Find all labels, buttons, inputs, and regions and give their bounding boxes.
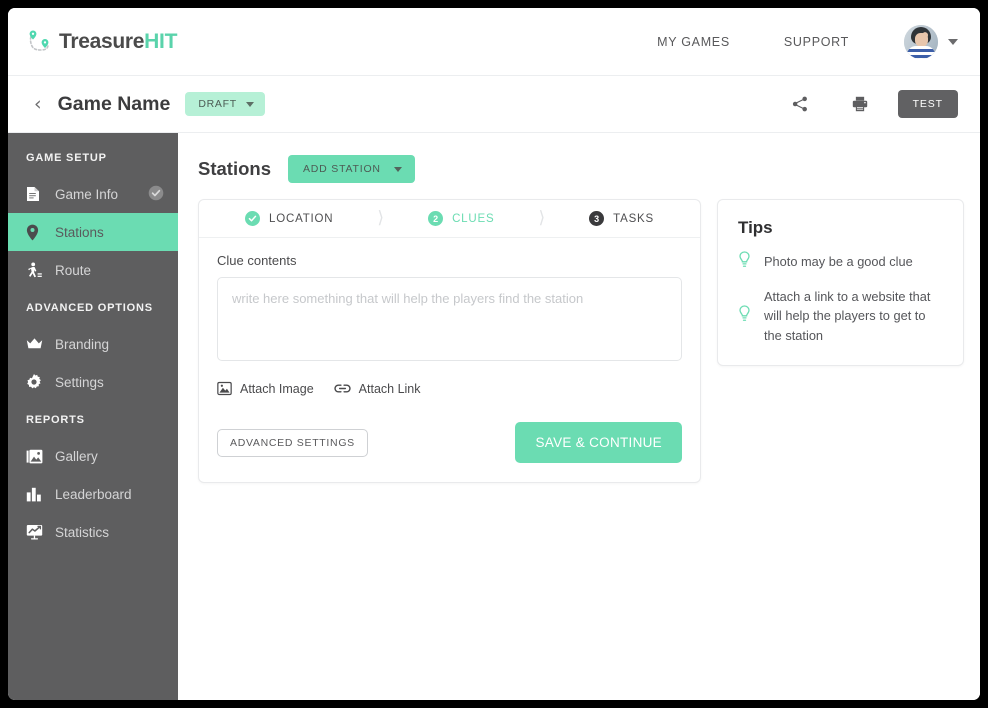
bar-chart-icon [26, 487, 48, 502]
sub-header: ‹ Game Name DRAFT TEST [8, 76, 980, 133]
chevron-left-icon[interactable]: ‹ [34, 94, 42, 114]
logo-wordmark: TreasureHIT [59, 30, 177, 54]
attachment-actions: Attach Image Attach Link [217, 381, 682, 396]
sidebar-item-label: Route [55, 262, 92, 278]
sub-header-actions: TEST [770, 90, 958, 118]
sidebar-item-stations[interactable]: Stations [8, 213, 178, 251]
add-station-button[interactable]: ADD STATION [287, 155, 415, 183]
attach-image-button[interactable]: Attach Image [217, 381, 314, 396]
step-number-badge: 3 [589, 211, 605, 226]
sidebar-item-label: Leaderboard [55, 486, 132, 502]
status-badge[interactable]: DRAFT [185, 92, 265, 116]
content-row: LOCATION ⟩ 2 CLUES ⟩ 3 TASKS Clue conten… [198, 199, 964, 483]
sidebar-item-branding[interactable]: Branding [8, 325, 178, 363]
tip-text: Photo may be a good clue [764, 254, 913, 270]
main-content: Stations ADD STATION LOCATION ⟩ 2 CLUES … [178, 133, 980, 700]
lightbulb-icon [738, 305, 752, 327]
chevron-right-icon: ⟩ [377, 208, 385, 228]
section-title: Stations [198, 158, 271, 179]
walking-person-icon [26, 262, 48, 279]
lightbulb-icon [738, 251, 752, 273]
status-badge-label: DRAFT [198, 98, 237, 110]
main-header: Stations ADD STATION [198, 155, 964, 183]
document-icon [26, 186, 48, 202]
body: GAME SETUP Game Info Stations Route ADVA… [8, 133, 980, 700]
top-navigation: MY GAMES SUPPORT [630, 24, 958, 59]
sidebar-item-label: Game Info [55, 186, 119, 202]
tip-item: Photo may be a good clue [738, 251, 943, 273]
map-pin-icon [26, 224, 48, 241]
crown-icon [26, 337, 48, 351]
advanced-settings-button[interactable]: ADVANCED SETTINGS [217, 428, 368, 457]
attach-image-label: Attach Image [240, 381, 314, 396]
clue-contents-input[interactable] [217, 277, 682, 361]
step-label: TASKS [613, 212, 654, 225]
chevron-down-icon [245, 101, 254, 107]
sidebar-item-leaderboard[interactable]: Leaderboard [8, 475, 178, 513]
sidebar-item-statistics[interactable]: Statistics [8, 513, 178, 551]
attach-link-button[interactable]: Attach Link [334, 382, 421, 396]
link-icon [334, 384, 351, 393]
tips-panel: Tips Photo may be a good clue Attach a l… [717, 199, 964, 367]
step-location[interactable]: LOCATION [245, 211, 333, 226]
clue-contents-label: Clue contents [217, 253, 297, 268]
attach-link-label: Attach Link [358, 381, 421, 396]
form-actions: ADVANCED SETTINGS SAVE & CONTINUE [217, 422, 682, 463]
step-label: LOCATION [269, 212, 334, 225]
sidebar-item-label: Gallery [55, 448, 98, 464]
app-window: TreasureHIT MY GAMES SUPPORT ‹ Game Name… [8, 8, 980, 700]
print-button[interactable] [830, 95, 890, 113]
sidebar: GAME SETUP Game Info Stations Route ADVA… [8, 133, 178, 700]
share-icon [792, 96, 807, 112]
check-circle-icon [245, 211, 261, 226]
chevron-down-icon[interactable] [948, 38, 958, 45]
share-button[interactable] [770, 95, 830, 113]
sidebar-section-advanced-options: ADVANCED OPTIONS [26, 302, 153, 314]
tips-title: Tips [738, 218, 773, 237]
step-label: CLUES [452, 212, 495, 225]
save-and-continue-button[interactable]: SAVE & CONTINUE [515, 422, 682, 463]
step-number-badge: 2 [428, 211, 444, 226]
treasure-map-pins-icon [29, 30, 49, 51]
gear-icon [26, 374, 48, 390]
sidebar-item-settings[interactable]: Settings [8, 363, 178, 401]
step-tasks[interactable]: 3 TASKS [589, 211, 654, 226]
tip-item: Attach a link to a website that will hel… [738, 287, 943, 345]
nav-item-my-games[interactable]: MY GAMES [630, 35, 757, 49]
logo-text-main: Treasure [59, 29, 145, 53]
completed-check-icon [148, 185, 164, 204]
station-editor-card: LOCATION ⟩ 2 CLUES ⟩ 3 TASKS Clue conten… [198, 199, 701, 483]
avatar[interactable] [904, 24, 938, 59]
sidebar-item-label: Stations [55, 224, 104, 240]
step-clues[interactable]: 2 CLUES [428, 211, 494, 226]
nav-item-support[interactable]: SUPPORT [757, 35, 876, 49]
test-button[interactable]: TEST [897, 90, 958, 118]
statistics-chart-icon [26, 524, 48, 540]
sidebar-item-gallery[interactable]: Gallery [8, 437, 178, 475]
sidebar-item-label: Branding [55, 336, 110, 352]
sidebar-section-reports: REPORTS [26, 414, 85, 426]
tip-text: Attach a link to a website that will hel… [764, 289, 931, 343]
image-icon [217, 381, 232, 396]
sidebar-item-label: Statistics [55, 524, 110, 540]
sidebar-item-label: Settings [55, 374, 104, 390]
photo-gallery-icon [26, 449, 48, 464]
page-title: Game Name [57, 92, 171, 115]
app-logo[interactable]: TreasureHIT [28, 29, 177, 55]
sidebar-item-route[interactable]: Route [8, 251, 178, 289]
user-menu[interactable] [904, 24, 958, 59]
add-station-label: ADD STATION [302, 163, 381, 175]
sidebar-item-game-info[interactable]: Game Info [8, 175, 178, 213]
card-body: Clue contents Attach Image [199, 238, 700, 482]
chevron-right-icon: ⟩ [538, 208, 546, 228]
sidebar-section-game-setup: GAME SETUP [26, 152, 107, 164]
chevron-down-icon [393, 166, 402, 172]
logo-text-accent: HIT [144, 29, 178, 53]
top-header: TreasureHIT MY GAMES SUPPORT [8, 8, 980, 76]
step-indicator: LOCATION ⟩ 2 CLUES ⟩ 3 TASKS [199, 200, 700, 238]
print-icon [852, 96, 867, 112]
